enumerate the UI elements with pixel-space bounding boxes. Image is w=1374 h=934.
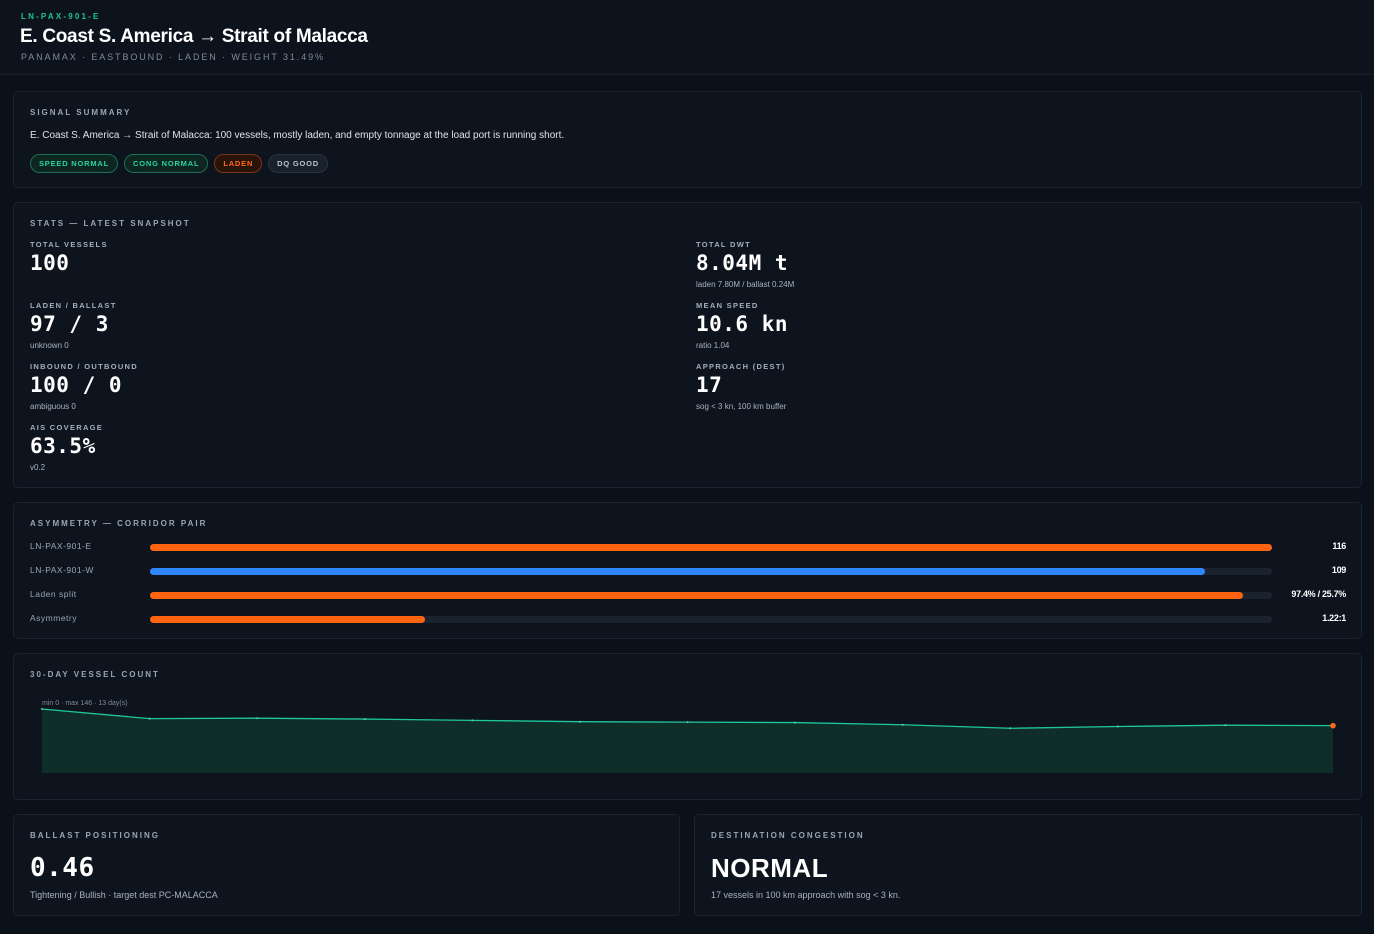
stat-value: 97 / 3: [30, 312, 109, 336]
stat-total-vessels: TOTAL VESSELS 100: [30, 240, 108, 275]
chart-point[interactable]: [41, 707, 43, 710]
card-title: SIGNAL SUMMARY: [30, 108, 132, 117]
tag-data-quality[interactable]: DQ GOOD: [268, 154, 329, 173]
stat-value: 100: [30, 251, 70, 275]
stat-laden-ballast: LADEN / BALLAST 97 / 3 unknown 0: [30, 301, 117, 350]
asym-bar-fill: [150, 544, 1272, 551]
stat-inbound-outbound: INBOUND / OUTBOUND 100 / 0 ambiguous 0: [30, 362, 138, 411]
asym-bar-fill: [150, 568, 1205, 575]
stat-note: ambiguous 0: [30, 402, 76, 411]
chart-point[interactable]: [1009, 727, 1012, 730]
stat-ais-coverage: AIS COVERAGE 63.5% v0.2: [30, 423, 103, 472]
destination-congestion-card: DESTINATION CONGESTION NORMAL 17 vessels…: [694, 814, 1362, 916]
asym-value: 97.4% / 25.7%: [1291, 589, 1346, 599]
asymmetry-card: ASYMMETRY — CORRIDOR PAIR LN-PAX-901-E 1…: [13, 502, 1362, 639]
card-title: STATS — LATEST SNAPSHOT: [30, 219, 191, 228]
route-subtitle: PANAMAX · EASTBOUND · LADEN · WEIGHT 31.…: [21, 52, 325, 62]
stat-label: TOTAL VESSELS: [30, 240, 108, 249]
card-title: DESTINATION CONGESTION: [711, 831, 865, 840]
asym-track: [150, 616, 1272, 623]
vessel-count-chart-card: 30-DAY VESSEL COUNT min 0 · max 146 · 13…: [13, 653, 1362, 800]
asym-label: LN-PAX-901-W: [30, 565, 94, 575]
stat-value: 10.6 kn: [696, 312, 789, 336]
stat-label: MEAN SPEED: [696, 301, 759, 310]
stat-label: APPROACH (DEST): [696, 362, 786, 371]
stat-mean-speed: MEAN SPEED 10.6 kn ratio 1.04: [696, 301, 788, 350]
chart-point[interactable]: [794, 721, 797, 724]
stat-value: 100 / 0: [30, 373, 123, 397]
stat-value: 8.04M t: [696, 251, 789, 275]
tag-list: SPEED NORMAL CONG NORMAL LADEN DQ GOOD: [30, 154, 329, 173]
stat-value: 63.5%: [30, 434, 96, 458]
chart-caption: min 0 · max 146 · 13 day(s): [42, 700, 128, 707]
signal-summary-card: SIGNAL SUMMARY E. Coast S. America → Str…: [13, 91, 1362, 188]
congestion-note: 17 vessels in 100 km approach with sog <…: [711, 890, 901, 900]
stat-note: laden 7.80M / ballast 0.24M: [696, 280, 795, 289]
chart-point[interactable]: [148, 717, 151, 720]
asym-value: 109: [1331, 565, 1346, 575]
asym-value: 116: [1332, 541, 1346, 551]
tag-laden[interactable]: LADEN: [214, 154, 263, 173]
card-title: ASYMMETRY — CORRIDOR PAIR: [30, 519, 208, 528]
ballast-positioning-card: BALLAST POSITIONING 0.46 Tightening / Bu…: [13, 814, 680, 916]
asym-track: [150, 592, 1272, 599]
chart-point[interactable]: [363, 718, 366, 721]
stat-note: sog < 3 kn, 100 km buffer: [696, 402, 787, 411]
summary-text: E. Coast S. America → Strait of Malacca:…: [30, 130, 565, 141]
asym-bar-fill: [150, 592, 1243, 599]
page-title: E. Coast S. America → Strait of Malacca: [20, 26, 368, 47]
asym-row: Laden split 97.4% / 25.7%: [30, 588, 1346, 602]
asym-row: LN-PAX-901-E 116: [30, 540, 1346, 554]
chart-point[interactable]: [578, 720, 581, 723]
asym-row: Asymmetry 1.22:1: [30, 612, 1346, 626]
asym-label: Asymmetry: [30, 613, 77, 623]
vessel-count-chart: min 0 · max 146 · 13 day(s): [41, 700, 1336, 773]
stat-note: ratio 1.04: [696, 341, 730, 350]
route-code: LN-PAX-901-E: [21, 12, 101, 21]
chart-point[interactable]: [1116, 725, 1119, 728]
asym-row: LN-PAX-901-W 109: [30, 564, 1346, 578]
chart-point[interactable]: [901, 723, 904, 726]
asym-bar-fill: [150, 616, 425, 623]
asym-label: LN-PAX-901-E: [30, 541, 92, 551]
tag-congestion[interactable]: CONG NORMAL: [124, 154, 209, 173]
stat-value: 17: [696, 373, 723, 397]
asym-track: [150, 544, 1272, 551]
chart-point[interactable]: [256, 717, 259, 720]
asym-track: [150, 568, 1272, 575]
stat-label: TOTAL DWT: [696, 240, 752, 249]
stat-label: LADEN / BALLAST: [30, 301, 117, 310]
stat-approach: APPROACH (DEST) 17 sog < 3 kn, 100 km bu…: [696, 362, 786, 411]
asym-label: Laden split: [30, 589, 77, 599]
ballast-value: 0.46: [30, 853, 95, 883]
congestion-value: NORMAL: [711, 853, 829, 883]
tag-speed[interactable]: SPEED NORMAL: [30, 154, 119, 173]
chart-point[interactable]: [1224, 724, 1227, 727]
chart-latest-point[interactable]: [1330, 722, 1336, 729]
stat-note: v0.2: [30, 463, 46, 472]
chart-point[interactable]: [686, 721, 689, 724]
ballast-note: Tightening / Bullish · target dest PC-MA…: [30, 890, 218, 900]
stat-label: AIS COVERAGE: [30, 423, 104, 432]
page-header: LN-PAX-901-E E. Coast S. America → Strai…: [0, 0, 1374, 75]
asym-value: 1.22:1: [1322, 613, 1346, 623]
stats-card: STATS — LATEST SNAPSHOT TOTAL VESSELS 10…: [13, 202, 1362, 488]
card-title: BALLAST POSITIONING: [30, 831, 160, 840]
chart-point[interactable]: [471, 719, 474, 722]
stat-total-dwt: TOTAL DWT 8.04M t laden 7.80M / ballast …: [696, 240, 794, 289]
stat-note: unknown 0: [30, 341, 69, 350]
stat-label: INBOUND / OUTBOUND: [30, 362, 138, 371]
